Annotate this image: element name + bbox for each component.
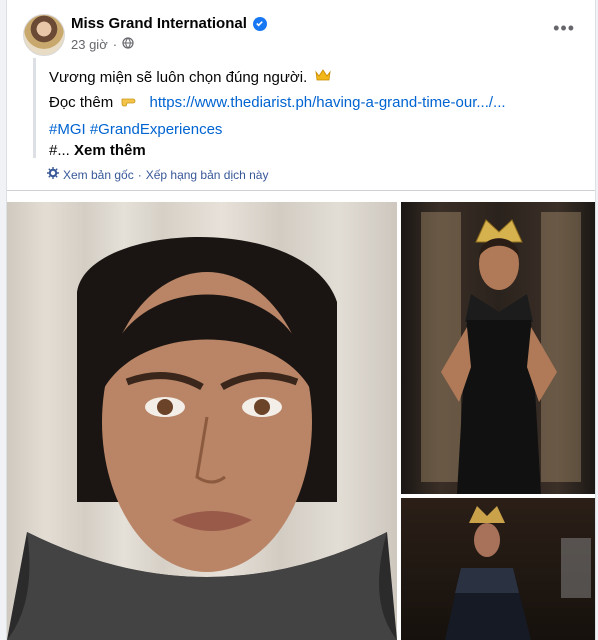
post-line-4: #... Xem thêm (49, 142, 146, 159)
see-more-link[interactable]: Xem thêm (74, 142, 146, 159)
post-meta: 23 giờ · (71, 37, 134, 52)
crown-emoji (315, 68, 332, 86)
divider (7, 190, 595, 191)
globe-icon[interactable] (122, 37, 134, 52)
page-avatar[interactable] (23, 14, 65, 56)
read-more-label: Đọc thêm (49, 94, 114, 111)
portrait-photo-top-right[interactable] (401, 202, 595, 494)
article-link[interactable]: https://www.thediarist.ph/having-a-grand… (150, 94, 506, 111)
portrait-photo-bottom-right[interactable] (401, 498, 595, 640)
dot-separator: · (112, 37, 118, 52)
truncated-text: #... (49, 142, 70, 159)
dot-separator: · (137, 167, 142, 182)
rate-translation-link[interactable]: Xếp hạng bản dịch này (146, 168, 269, 182)
quote-bar (33, 58, 36, 158)
translation-row: Xem bản gốc · Xếp hạng bản dịch này (47, 167, 268, 182)
more-options-icon[interactable]: ••• (553, 18, 575, 39)
pointing-hand-emoji (121, 93, 139, 111)
gear-icon (47, 167, 59, 182)
see-original-link[interactable]: Xem bản gốc (63, 168, 134, 182)
verified-icon (252, 16, 267, 31)
facebook-post: Miss Grand International 23 giờ · ••• Vư… (6, 0, 596, 640)
post-time[interactable]: 23 giờ (71, 37, 108, 52)
author-row: Miss Grand International (71, 15, 267, 32)
post-line-2: Đọc thêm https://www.thediarist.ph/havin… (49, 93, 506, 111)
portrait-photo-large[interactable] (7, 202, 397, 640)
post-line-1: Vương miện sẽ luôn chọn đúng người. (49, 68, 332, 86)
hashtags[interactable]: #MGI #GrandExperiences (49, 121, 222, 138)
author-name[interactable]: Miss Grand International (71, 15, 247, 32)
caption-text: Vương miện sẽ luôn chọn đúng người. (49, 69, 308, 86)
